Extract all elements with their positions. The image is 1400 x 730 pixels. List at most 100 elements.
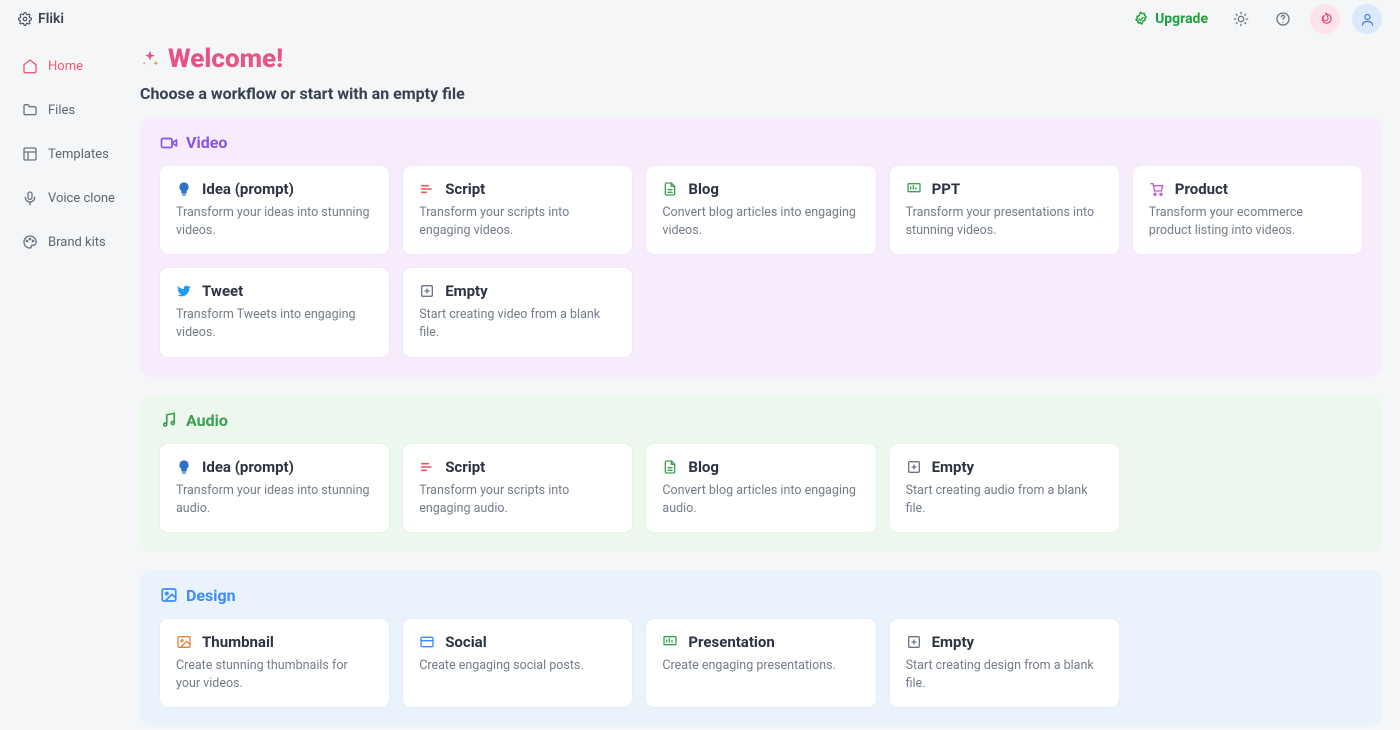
section-title: Video <box>186 133 227 152</box>
card-desc: Transform your ecommerce product listing… <box>1149 204 1346 240</box>
theme-toggle[interactable] <box>1226 4 1256 34</box>
top-header: Fliki Upgrade <box>0 0 1400 38</box>
card-desc: Create engaging presentations. <box>662 657 859 675</box>
card-video-empty[interactable]: Empty Start creating video from a blank … <box>403 268 632 356</box>
section-head-video: Video <box>160 133 1362 152</box>
card-design-thumbnail[interactable]: Thumbnail Create stunning thumbnails for… <box>160 619 389 707</box>
brand-logo[interactable]: Fliki <box>18 11 64 27</box>
upgrade-label: Upgrade <box>1155 11 1208 27</box>
script-icon <box>419 459 435 475</box>
card-desc: Transform your ideas into stunning video… <box>176 204 373 240</box>
sidebar-item-label: Files <box>48 103 75 118</box>
plus-square-icon <box>419 283 435 299</box>
card-video-tweet[interactable]: Tweet Transform Tweets into engaging vid… <box>160 268 389 356</box>
card-design-presentation[interactable]: Presentation Create engaging presentatio… <box>646 619 875 707</box>
card-desc: Convert blog articles into engaging vide… <box>662 204 859 240</box>
card-audio-empty[interactable]: Empty Start creating audio from a blank … <box>890 444 1119 532</box>
cart-icon <box>1149 181 1165 197</box>
file-text-icon <box>662 181 678 197</box>
file-text-icon <box>662 459 678 475</box>
card-title-text: Blog <box>688 180 719 198</box>
sidebar-item-templates[interactable]: Templates <box>18 138 124 170</box>
card-title-text: Idea (prompt) <box>202 180 294 198</box>
card-desc: Convert blog articles into engaging audi… <box>662 482 859 518</box>
section-head-design: Design <box>160 586 1362 605</box>
video-grid: Idea (prompt) Transform your ideas into … <box>160 166 1362 357</box>
welcome-title: Welcome! <box>168 44 283 74</box>
whats-new-button[interactable] <box>1310 4 1340 34</box>
flame-icon <box>1318 12 1333 27</box>
card-title-text: PPT <box>932 180 961 198</box>
card-title-text: Blog <box>688 458 719 476</box>
app-shell: Home Files Templates Voice clone Brand k… <box>0 38 1400 730</box>
gear-icon <box>18 12 32 26</box>
card-desc: Create stunning thumbnails for your vide… <box>176 657 373 693</box>
sidebar-item-brand-kits[interactable]: Brand kits <box>18 226 124 258</box>
card-title-text: Empty <box>932 633 975 651</box>
plus-square-icon <box>906 634 922 650</box>
video-icon <box>160 134 178 152</box>
card-design-empty[interactable]: Empty Start creating design from a blank… <box>890 619 1119 707</box>
card-desc: Transform your scripts into engaging aud… <box>419 482 616 518</box>
card-desc: Transform your scripts into engaging vid… <box>419 204 616 240</box>
sidebar-item-label: Home <box>48 59 83 74</box>
help-icon <box>1275 11 1291 27</box>
card-video-product[interactable]: Product Transform your ecommerce product… <box>1133 166 1362 254</box>
main-content: Welcome! Choose a workflow or start with… <box>130 38 1400 730</box>
sidebar-item-label: Voice clone <box>48 191 115 206</box>
sidebar-item-label: Templates <box>48 147 109 162</box>
card-audio-idea[interactable]: Idea (prompt) Transform your ideas into … <box>160 444 389 532</box>
audio-grid: Idea (prompt) Transform your ideas into … <box>160 444 1362 532</box>
folder-icon <box>22 102 38 118</box>
card-title-text: Presentation <box>688 633 774 651</box>
section-video: Video Idea (prompt) Transform your ideas… <box>140 117 1382 377</box>
brand-label: Fliki <box>38 11 64 27</box>
presentation-icon <box>662 634 678 650</box>
welcome-heading: Welcome! <box>140 44 1382 74</box>
sidebar-item-files[interactable]: Files <box>18 94 124 126</box>
card-audio-script[interactable]: Script Transform your scripts into engag… <box>403 444 632 532</box>
lightbulb-icon <box>176 459 192 475</box>
card-audio-blog[interactable]: Blog Convert blog articles into engaging… <box>646 444 875 532</box>
card-desc: Create engaging social posts. <box>419 657 616 675</box>
upgrade-button[interactable]: Upgrade <box>1127 7 1214 31</box>
section-title: Audio <box>186 411 228 430</box>
card-title-text: Empty <box>932 458 975 476</box>
card-title-text: Script <box>445 458 485 476</box>
section-head-audio: Audio <box>160 411 1362 430</box>
twitter-icon <box>176 283 192 299</box>
card-title-text: Empty <box>445 282 488 300</box>
script-icon <box>419 181 435 197</box>
sparkle-icon <box>140 49 160 69</box>
sidebar-item-home[interactable]: Home <box>18 50 124 82</box>
card-title-text: Social <box>445 633 486 651</box>
sidebar-item-voice-clone[interactable]: Voice clone <box>18 182 124 214</box>
help-button[interactable] <box>1268 4 1298 34</box>
mic-icon <box>22 190 38 206</box>
card-video-blog[interactable]: Blog Convert blog articles into engaging… <box>646 166 875 254</box>
card-icon <box>419 634 435 650</box>
image-icon <box>160 586 178 604</box>
music-icon <box>160 411 178 429</box>
plus-square-icon <box>906 459 922 475</box>
card-title-text: Thumbnail <box>202 633 274 651</box>
card-title-text: Tweet <box>202 282 243 300</box>
card-design-social[interactable]: Social Create engaging social posts. <box>403 619 632 707</box>
card-desc: Start creating video from a blank file. <box>419 306 616 342</box>
section-audio: Audio Idea (prompt) Transform your ideas… <box>140 395 1382 552</box>
image-icon <box>176 634 192 650</box>
section-design: Design Thumbnail Create stunning thumbna… <box>140 570 1382 727</box>
card-title-text: Idea (prompt) <box>202 458 294 476</box>
section-title: Design <box>186 586 236 605</box>
layout-icon <box>22 146 38 162</box>
card-video-idea[interactable]: Idea (prompt) Transform your ideas into … <box>160 166 389 254</box>
presentation-icon <box>906 181 922 197</box>
account-button[interactable] <box>1352 4 1382 34</box>
card-desc: Start creating audio from a blank file. <box>906 482 1103 518</box>
lightbulb-icon <box>176 181 192 197</box>
card-video-ppt[interactable]: PPT Transform your presentations into st… <box>890 166 1119 254</box>
design-grid: Thumbnail Create stunning thumbnails for… <box>160 619 1362 707</box>
card-desc: Start creating design from a blank file. <box>906 657 1103 693</box>
card-video-script[interactable]: Script Transform your scripts into engag… <box>403 166 632 254</box>
card-title-text: Script <box>445 180 485 198</box>
